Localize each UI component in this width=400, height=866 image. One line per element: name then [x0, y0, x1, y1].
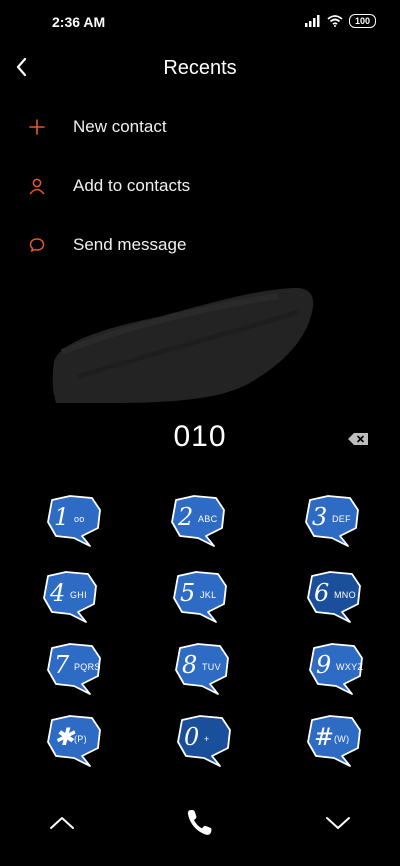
new-contact-label: New contact	[73, 117, 167, 136]
key-8-digit: 8	[182, 651, 198, 679]
phone-call-icon[interactable]	[180, 805, 220, 841]
send-message-item[interactable]: Send message	[0, 222, 400, 268]
plus-icon	[29, 119, 45, 135]
key-star-letters: (P)	[74, 734, 87, 744]
dialed-number: 010	[173, 420, 227, 453]
key-6-digit: 6	[314, 579, 330, 607]
key-4-digit: 4	[50, 579, 66, 607]
key-0-digit: 0	[184, 723, 200, 751]
key-5-digit: 5	[180, 579, 196, 607]
key-6-letters: MNO	[334, 590, 356, 600]
key-5[interactable]: 5 JKL	[170, 570, 234, 626]
key-2-letters: ABC	[198, 514, 218, 524]
status-icons: 100	[304, 14, 376, 28]
key-7-letters: PQRS	[74, 662, 101, 672]
key-0[interactable]: 0 +	[174, 714, 238, 770]
key-6[interactable]: 6 MNO	[304, 570, 368, 626]
key-7-digit: 7	[54, 651, 70, 679]
key-hash-letters: (W)	[334, 734, 350, 744]
status-time: 2:36 AM	[52, 14, 106, 30]
signal-icon	[304, 15, 320, 27]
key-2[interactable]: 2 ABC	[168, 494, 232, 550]
header: Recents	[0, 50, 400, 90]
battery-indicator: 100	[348, 14, 376, 28]
key-9-letters: WXYZ	[336, 662, 364, 672]
key-3-letters: DEF	[332, 514, 351, 524]
key-3-digit: 3	[312, 503, 328, 531]
status-bar: 2:36 AM 100	[0, 0, 400, 44]
key-9-digit: 9	[316, 651, 332, 679]
key-1-letters: oo	[74, 514, 85, 524]
key-1[interactable]: 1 oo	[44, 494, 108, 550]
wifi-icon	[327, 15, 343, 27]
chat-bubble-icon	[29, 238, 45, 252]
key-4-letters: GHI	[70, 590, 87, 600]
key-3[interactable]: 3 DEF	[302, 494, 366, 550]
key-8[interactable]: 8 TUV	[172, 642, 236, 698]
chevron-up-icon[interactable]	[42, 805, 82, 841]
key-hash-digit: #	[314, 723, 335, 751]
key-star[interactable]: ✱ (P)	[44, 714, 108, 770]
key-7[interactable]: 7 PQRS	[44, 642, 108, 698]
key-9[interactable]: 9 WXYZ	[306, 642, 370, 698]
new-contact-item[interactable]: New contact	[0, 104, 400, 150]
send-message-label: Send message	[73, 235, 187, 254]
key-star-digit: ✱	[54, 723, 75, 751]
brush-smear-graphic	[52, 287, 314, 403]
key-8-letters: TUV	[202, 662, 221, 672]
add-to-contacts-item[interactable]: Add to contacts	[0, 163, 400, 209]
chevron-down-icon[interactable]	[318, 805, 358, 841]
backspace-icon[interactable]	[347, 432, 369, 446]
add-to-contacts-label: Add to contacts	[73, 176, 191, 195]
person-icon	[29, 178, 45, 195]
key-0-letters: +	[204, 734, 210, 744]
key-4[interactable]: 4 GHI	[40, 570, 104, 626]
key-hash[interactable]: # (W)	[304, 714, 368, 770]
key-2-digit: 2	[178, 503, 194, 531]
key-5-letters: JKL	[200, 590, 217, 600]
page-title: Recents	[163, 57, 237, 79]
key-1-digit: 1	[54, 503, 70, 531]
